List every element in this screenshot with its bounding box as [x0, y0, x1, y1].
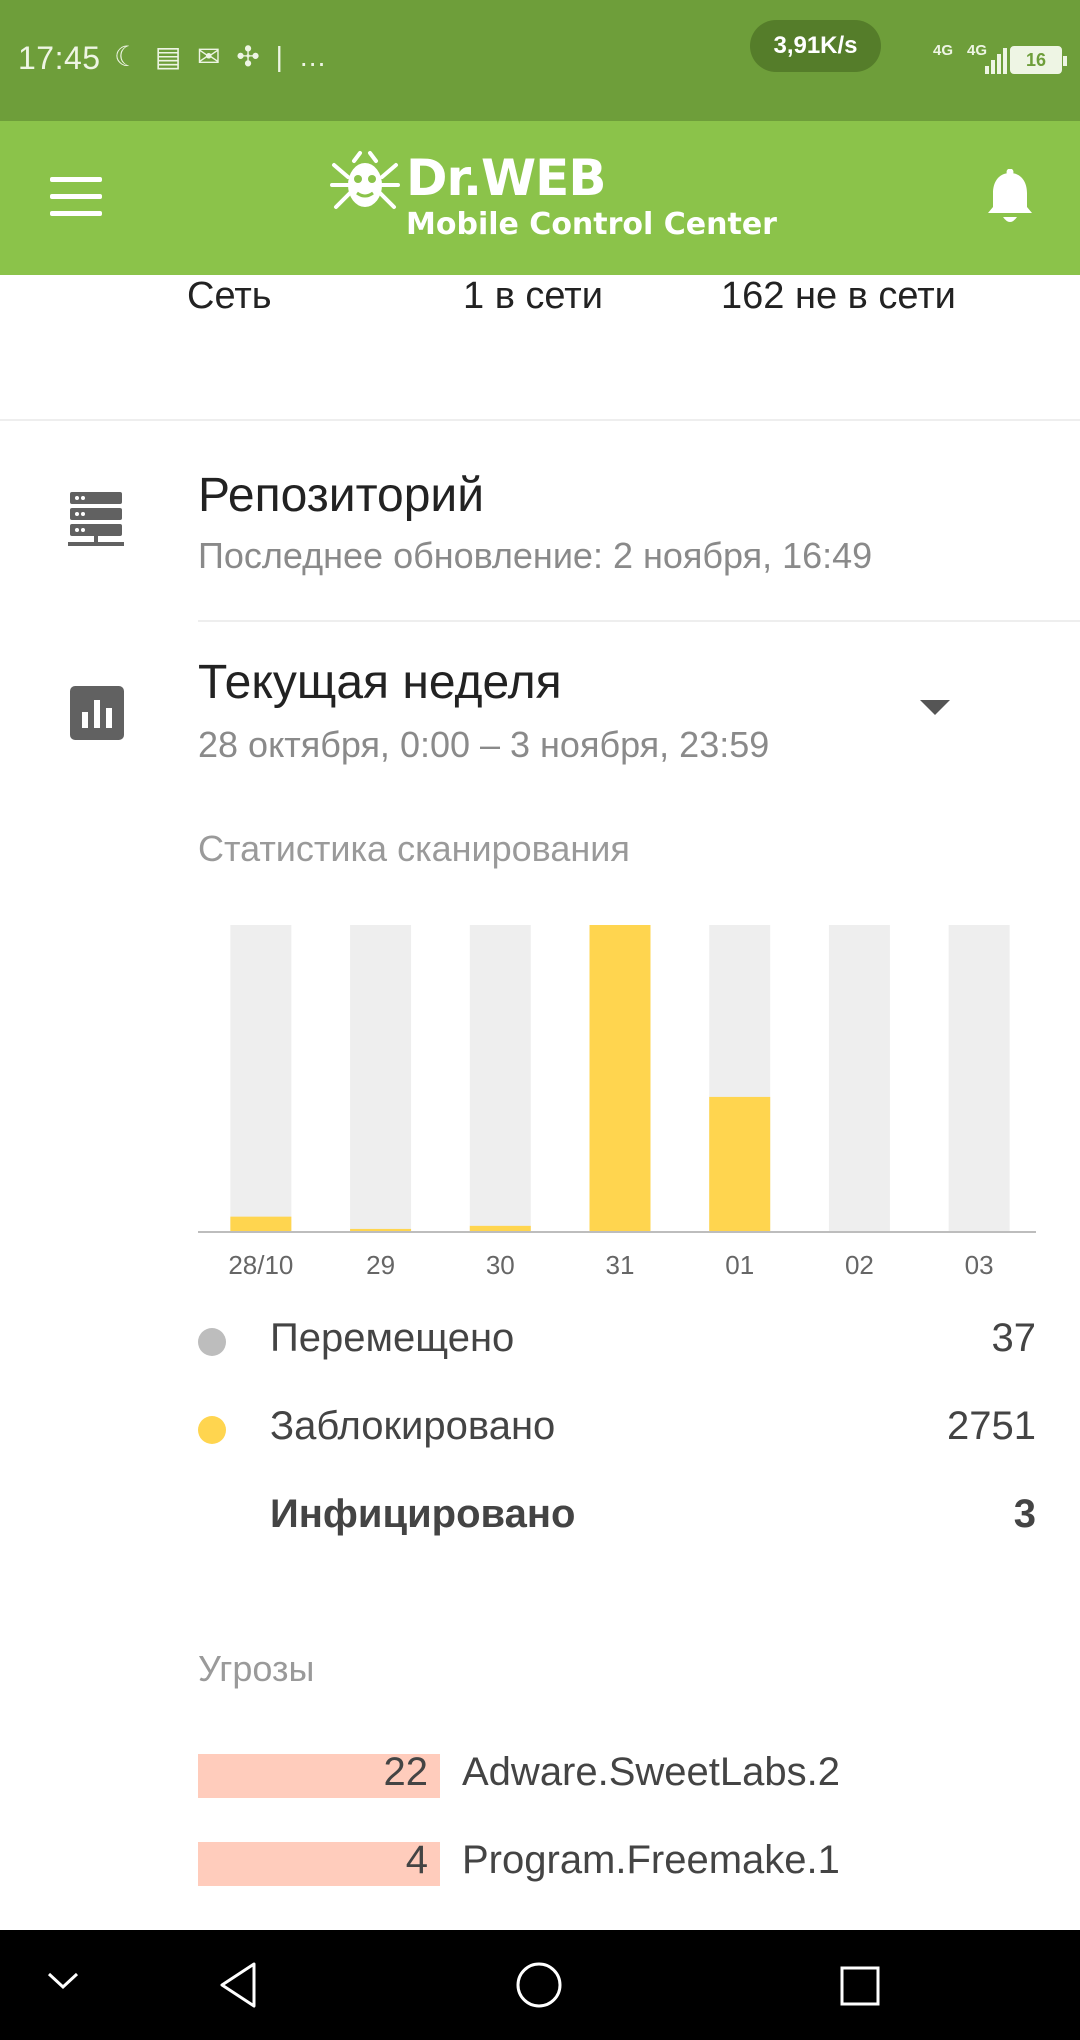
repository-subtitle: Последнее обновление: 2 ноября, 16:49	[198, 535, 873, 576]
network-type-1: 4G	[932, 42, 953, 59]
bar-01[interactable]	[709, 1096, 771, 1232]
bell-icon[interactable]	[985, 169, 1035, 227]
app-bar: Dr.WEB Mobile Control Center	[0, 121, 1080, 275]
blocked-dot-icon	[198, 1416, 226, 1444]
threat-item[interactable]: 4 Program.Freemake.1	[198, 1828, 1048, 1888]
x-tick-label: 28/10	[228, 1250, 293, 1277]
x-tick-label: 02	[845, 1250, 874, 1277]
scan-stats-heading: Статистика сканирования	[198, 828, 630, 869]
moved-dot-icon	[198, 1328, 226, 1356]
scan-stats-chart: 28/10 29 30 31 01 02 03	[198, 925, 1036, 1277]
legend-blocked: Заблокировано 2751	[198, 1398, 1036, 1458]
repository-title: Репозиторий	[198, 469, 485, 522]
threat-name: Program.Freemake.1	[462, 1838, 840, 1882]
legend-label: Инфицировано	[270, 1492, 576, 1536]
x-tick-label: 03	[965, 1250, 994, 1277]
home-icon[interactable]	[514, 1960, 564, 2010]
logo-subtitle: Mobile Control Center	[406, 207, 777, 242]
legend-infected: Инфицировано 3	[198, 1486, 1036, 1546]
chevron-down-icon[interactable]	[46, 1970, 80, 1992]
x-tick-label: 30	[486, 1250, 515, 1277]
threat-count: 4	[405, 1838, 428, 1882]
x-tick-label: 29	[366, 1250, 395, 1277]
status-bar: 17:45 ☾ ▤ ✉ ✣ | … 3,91K/s 4G 4G 16	[0, 0, 1080, 121]
legend-label: Заблокировано	[270, 1404, 556, 1448]
x-tick-label: 31	[606, 1250, 635, 1277]
notification-icons: ☾ ▤ ✉ ✣ | …	[114, 41, 331, 72]
signal-icon	[985, 44, 1011, 74]
network-row: Сеть 1 в сети 162 не в сети	[0, 275, 1080, 421]
spider-logo-icon	[330, 151, 400, 209]
back-icon[interactable]	[216, 1960, 260, 2010]
bar-chart-icon	[70, 686, 124, 740]
threat-name: Adware.SweetLabs.2	[462, 1750, 841, 1794]
x-tick-label: 01	[725, 1250, 754, 1277]
threat-count: 22	[383, 1750, 429, 1794]
bar-background	[350, 925, 412, 1232]
recents-icon[interactable]	[838, 1964, 882, 2008]
battery-icon: 16	[1010, 46, 1067, 74]
network-speed: 3,91K/s	[750, 20, 881, 72]
period-range: 28 октября, 0:00 – 3 ноября, 23:59	[198, 724, 770, 765]
period-title: Текущая неделя	[198, 656, 562, 709]
legend-moved: Перемещено 37	[198, 1310, 1036, 1370]
threats-heading: Угрозы	[198, 1648, 315, 1689]
legend-value: 3	[1013, 1492, 1036, 1536]
threat-item[interactable]: 22 Adware.SweetLabs.2	[198, 1740, 1048, 1800]
hamburger-icon[interactable]	[50, 177, 102, 217]
online-count: 1 в сети	[463, 275, 603, 317]
bar-background	[230, 925, 292, 1232]
drweb-logo: Dr.WEB Mobile Control Center	[330, 147, 777, 247]
legend-value: 2751	[947, 1404, 1036, 1448]
divider	[198, 620, 1080, 622]
server-icon	[68, 492, 124, 546]
logo-title: Dr.WEB	[406, 149, 606, 207]
legend-value: 37	[991, 1316, 1037, 1360]
legend-label: Перемещено	[270, 1316, 515, 1360]
system-nav-bar	[0, 1930, 1080, 2040]
bar-background	[469, 925, 531, 1232]
bar-background	[948, 925, 1010, 1232]
dropdown-arrow-icon[interactable]	[920, 700, 950, 715]
network-label: Сеть	[187, 275, 272, 317]
bar-31[interactable]	[589, 925, 651, 1232]
status-time: 17:45	[18, 40, 101, 76]
bar-background	[828, 925, 890, 1232]
bar-28/10[interactable]	[230, 1216, 292, 1232]
offline-count: 162 не в сети	[721, 275, 956, 317]
